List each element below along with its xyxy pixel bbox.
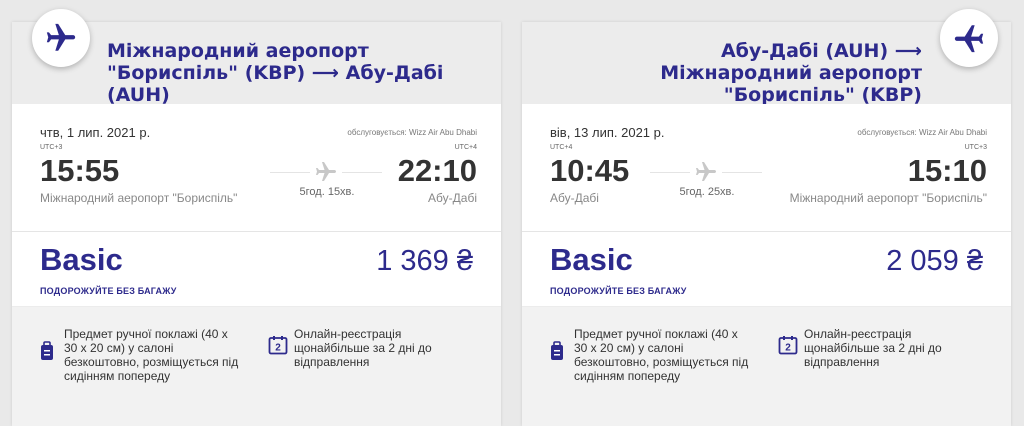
- calendar-icon: 2: [268, 335, 288, 360]
- departure-utc: UTC+4: [550, 144, 573, 151]
- benefit-checkin-text: Онлайн-реєстрація щонайбільше за 2 дні д…: [804, 327, 942, 369]
- calendar-number: 2: [275, 343, 281, 354]
- plane-small-icon: [694, 160, 718, 189]
- flight-duration: 5год. 15хв.: [299, 186, 355, 198]
- plane-icon: [32, 9, 90, 67]
- fare-benefits: Предмет ручної поклажі (40 x 30 x 20 см)…: [522, 307, 1011, 426]
- flight-details: вів, 13 лип. 2021 р. обслуговується: Wiz…: [522, 104, 1011, 232]
- route-line-left: [270, 172, 310, 173]
- fare-name: Basic: [550, 242, 633, 277]
- departure-utc: UTC+3: [40, 144, 63, 151]
- arrival-utc: UTC+4: [454, 144, 477, 151]
- operated-by: обслуговується: Wizz Air Abu Dhabi: [857, 128, 987, 137]
- fare-benefits: Предмет ручної поклажі (40 x 30 x 20 см)…: [12, 307, 501, 426]
- route-line-right: [342, 172, 382, 173]
- arrival-utc: UTC+3: [964, 144, 987, 151]
- route-title: Абу-Дабі (AUH) ⟶ Міжнародний аеропорт "Б…: [660, 40, 922, 106]
- plane-icon: [940, 9, 998, 67]
- calendar-icon: 2: [778, 335, 798, 360]
- route-line-left: [650, 172, 690, 173]
- fare-price: 1 369 ₴: [376, 245, 473, 277]
- departure-time: 15:55: [40, 153, 120, 188]
- fare-price: 2 059 ₴: [886, 245, 983, 277]
- operated-by: обслуговується: Wizz Air Abu Dhabi: [347, 128, 477, 137]
- flight-duration: 5год. 25хв.: [679, 186, 735, 198]
- benefit-bag-text: Предмет ручної поклажі (40 x 30 x 20 см)…: [64, 327, 239, 383]
- plane-small-icon: [314, 160, 338, 189]
- arrival-airport: Абу-Дабі: [428, 191, 477, 205]
- benefit-bag-text: Предмет ручної поклажі (40 x 30 x 20 см)…: [574, 327, 749, 383]
- fare-subtitle: ПОДОРОЖУЙТЕ БЕЗ БАГАЖУ: [40, 286, 177, 296]
- flight-card-return[interactable]: Абу-Дабі (AUH) ⟶ Міжнародний аеропорт "Б…: [522, 9, 1011, 426]
- arrival-time: 15:10: [907, 153, 987, 188]
- fare-name: Basic: [40, 242, 123, 277]
- calendar-number: 2: [785, 343, 791, 354]
- arrival-time: 22:10: [397, 153, 477, 188]
- flight-date: вів, 13 лип. 2021 р.: [550, 125, 665, 140]
- flight-date: чтв, 1 лип. 2021 р.: [40, 125, 151, 140]
- departure-time: 10:45: [550, 153, 630, 188]
- route-title: Міжнародний аеропорт "Бориспіль" (KBP) ⟶…: [107, 40, 444, 106]
- handbag-icon: [40, 341, 54, 366]
- benefit-checkin-text: Онлайн-реєстрація щонайбільше за 2 дні д…: [294, 327, 432, 369]
- handbag-icon: [550, 341, 564, 366]
- departure-airport: Абу-Дабі: [550, 191, 599, 205]
- route-line-right: [722, 172, 762, 173]
- departure-airport: Міжнародний аеропорт "Бориспіль": [40, 191, 238, 205]
- arrival-airport: Міжнародний аеропорт "Бориспіль": [789, 191, 987, 205]
- fare-option[interactable]: Basic ПОДОРОЖУЙТЕ БЕЗ БАГАЖУ 2 059 ₴: [522, 232, 1011, 306]
- fare-subtitle: ПОДОРОЖУЙТЕ БЕЗ БАГАЖУ: [550, 286, 687, 296]
- fare-option[interactable]: Basic ПОДОРОЖУЙТЕ БЕЗ БАГАЖУ 1 369 ₴: [12, 232, 501, 306]
- flight-card-outbound[interactable]: Міжнародний аеропорт "Бориспіль" (KBP) ⟶…: [12, 9, 501, 426]
- flight-details: чтв, 1 лип. 2021 р. обслуговується: Wizz…: [12, 104, 501, 232]
